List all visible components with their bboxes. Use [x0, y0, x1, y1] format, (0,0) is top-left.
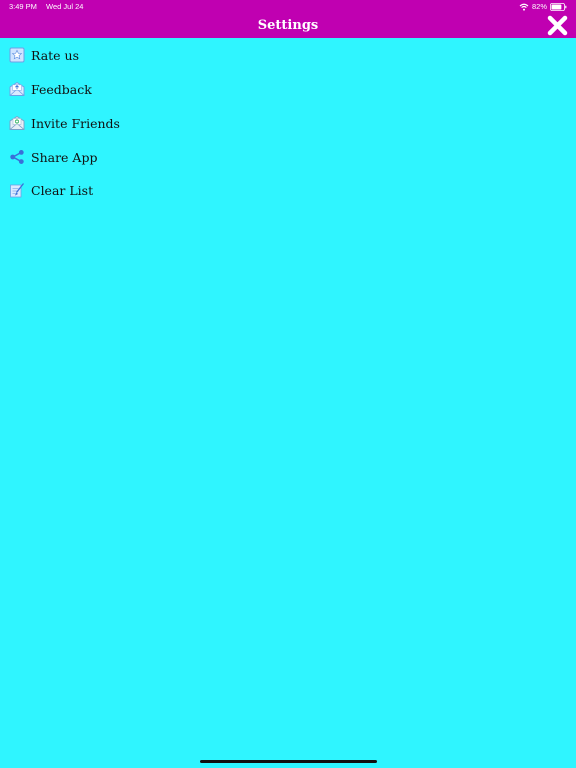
wifi-icon [519, 3, 529, 11]
menu-item-rate-us[interactable]: Rate us [0, 40, 576, 70]
battery-icon [550, 2, 567, 11]
close-button[interactable] [547, 15, 568, 36]
battery-percent: 82% [531, 2, 547, 11]
star-icon [9, 47, 25, 63]
menu-item-feedback[interactable]: Feedback [0, 74, 576, 104]
menu-item-label: Clear List [31, 182, 94, 198]
menu-item-label: Feedback [31, 81, 92, 97]
menu-item-invite-friends[interactable]: Invite Friends [0, 108, 576, 138]
menu-item-label: Rate us [31, 47, 80, 63]
status-bar-right: 82% [519, 2, 567, 11]
menu-item-clear-list[interactable]: Clear List [0, 175, 576, 205]
status-bar-left: 3:49 PM Wed Jul 24 [9, 2, 90, 11]
home-indicator [200, 760, 377, 763]
close-icon [547, 15, 568, 36]
status-date: Wed Jul 24 [46, 2, 84, 11]
status-time: 3:49 PM [9, 2, 37, 11]
menu-item-share-app[interactable]: Share App [0, 142, 576, 172]
top-bar: 3:49 PM Wed Jul 24 82% Settings [0, 0, 576, 38]
menu-item-label: Share App [31, 149, 98, 165]
menu-item-label: Invite Friends [31, 115, 120, 131]
invite-mail-icon [9, 115, 25, 131]
mail-icon [9, 81, 25, 97]
share-icon [9, 149, 25, 165]
page-title: Settings [257, 18, 319, 33]
clear-list-icon [9, 182, 25, 198]
